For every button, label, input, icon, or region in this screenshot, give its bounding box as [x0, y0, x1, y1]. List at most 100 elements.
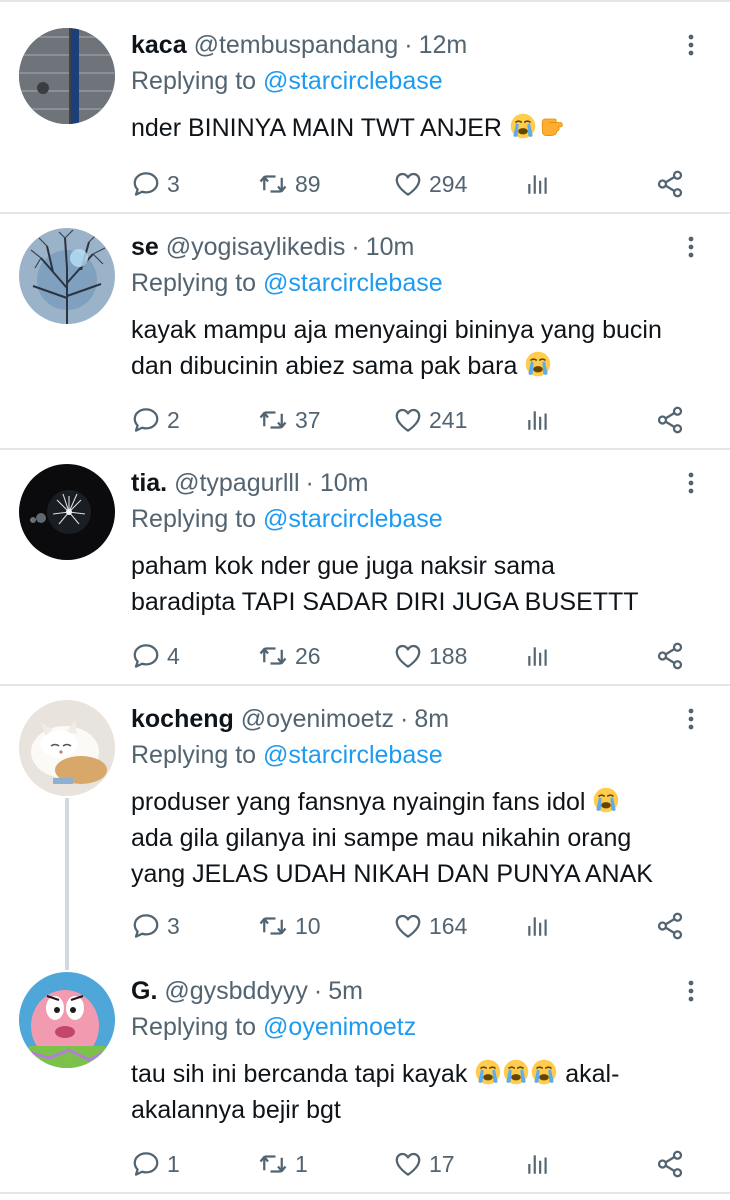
author-handle[interactable]: @yogisaylikedis: [166, 233, 346, 261]
tweet-text-line: tau sih ini bercanda tapi kayak: [131, 1060, 468, 1088]
like-count: 164: [429, 912, 468, 939]
more-options-button[interactable]: [680, 702, 702, 736]
views-button[interactable]: [525, 1148, 551, 1180]
pointing-hand-icon: [541, 118, 563, 136]
share-button[interactable]: [655, 640, 685, 672]
tweet-card[interactable]: tia. @typagurlll · 10m Replying to @starci…: [0, 450, 730, 684]
views-icon: [528, 1155, 547, 1174]
author-handle[interactable]: @oyenimoetz: [241, 705, 394, 733]
tweet-text-line: akal-: [565, 1060, 620, 1088]
share-icon: [657, 406, 683, 434]
more-options-button[interactable]: [680, 28, 702, 62]
reply-count: 1: [167, 1150, 180, 1177]
like-button[interactable]: 17: [393, 1148, 455, 1180]
share-button[interactable]: [655, 404, 685, 436]
reply-button[interactable]: 4: [131, 640, 180, 672]
author-handle[interactable]: @gysbddyyy: [164, 977, 308, 1005]
avatar[interactable]: [19, 700, 115, 796]
views-icon: [528, 411, 547, 430]
retweet-button[interactable]: 26: [257, 640, 321, 672]
more-icon: [688, 980, 694, 1002]
separator-dot: ·: [404, 31, 413, 59]
loudly-crying-face-icon: [509, 112, 536, 140]
replying-to-mention[interactable]: @starcirclebase: [263, 505, 443, 533]
reply-count: 4: [167, 642, 180, 669]
views-icon: [528, 175, 547, 194]
author-name[interactable]: se: [131, 233, 159, 261]
retweet-icon: [259, 1155, 287, 1173]
more-options-button[interactable]: [680, 466, 702, 500]
share-button[interactable]: [655, 168, 685, 200]
loudly-crying-face-icon: [593, 786, 620, 814]
tweet-card[interactable]: se @yogisaylikedis · 10m Replying to @star…: [0, 214, 730, 448]
tweet-card[interactable]: kaca @tembuspandang · 12m Replying to @sta…: [0, 0, 730, 212]
more-icon: [688, 708, 694, 730]
like-button[interactable]: 241: [393, 404, 467, 436]
author-name[interactable]: kocheng: [131, 705, 234, 733]
tweet-text-line: paham kok nder gue juga naksir sama: [131, 552, 555, 580]
share-button[interactable]: [655, 1148, 685, 1180]
replying-to-mention[interactable]: @oyenimoetz: [263, 1013, 416, 1041]
separator-dot: ·: [305, 469, 314, 497]
reply-count: 2: [167, 406, 180, 433]
author-handle[interactable]: @typagurlll: [174, 469, 299, 497]
views-button[interactable]: [525, 910, 551, 942]
author-name[interactable]: tia.: [131, 469, 167, 497]
tweet-time[interactable]: 10m: [320, 469, 369, 497]
like-button[interactable]: 164: [393, 910, 467, 942]
replying-to: Replying to @starcirclebase: [131, 738, 443, 772]
reply-count: 3: [167, 170, 180, 197]
views-button[interactable]: [525, 404, 551, 436]
avatar[interactable]: [19, 28, 115, 124]
retweet-button[interactable]: 10: [257, 910, 321, 942]
reply-icon: [133, 172, 159, 196]
avatar[interactable]: [19, 464, 115, 560]
loudly-crying-face-icon: [531, 1058, 558, 1086]
like-button[interactable]: 188: [393, 640, 467, 672]
tweet-time[interactable]: 8m: [414, 705, 449, 733]
retweet-count: 10: [295, 912, 321, 939]
reply-count: 3: [167, 912, 180, 939]
share-icon: [657, 1150, 683, 1178]
tweet-actions: 1 1 17: [131, 1148, 691, 1180]
more-options-button[interactable]: [680, 230, 702, 264]
replying-to-mention[interactable]: @starcirclebase: [263, 67, 443, 95]
tweet-header: kaca @tembuspandang · 12m: [131, 28, 467, 62]
reply-button[interactable]: 3: [131, 910, 180, 942]
reply-button[interactable]: 2: [131, 404, 180, 436]
retweet-count: 89: [295, 170, 321, 197]
tweet-card[interactable]: G. @gysbddyyy · 5m Replying to @oyenimoetz…: [0, 958, 730, 1192]
retweet-count: 26: [295, 642, 321, 669]
share-button[interactable]: [655, 910, 685, 942]
tweet-text: kayak mampu aja menyaingi bininya yang b…: [131, 312, 701, 384]
reply-icon: [133, 408, 159, 432]
author-name[interactable]: kaca: [131, 31, 187, 59]
more-options-button[interactable]: [680, 974, 702, 1008]
author-handle[interactable]: @tembuspandang: [194, 31, 399, 59]
avatar[interactable]: [19, 228, 115, 324]
avatar[interactable]: [19, 972, 115, 1068]
reply-button[interactable]: 3: [131, 168, 180, 200]
like-button[interactable]: 294: [393, 168, 467, 200]
retweet-button[interactable]: 37: [257, 404, 321, 436]
reply-icon: [133, 914, 159, 938]
tweet-time[interactable]: 10m: [366, 233, 415, 261]
author-name[interactable]: G.: [131, 977, 157, 1005]
tweet-time[interactable]: 5m: [328, 977, 363, 1005]
reply-button[interactable]: 1: [131, 1148, 180, 1180]
like-icon: [395, 172, 421, 196]
tweet-text: produser yang fansnya nyaingin fans idol…: [131, 784, 701, 892]
tweet-card[interactable]: kocheng @oyenimoetz · 8m Replying to @star…: [0, 686, 730, 970]
tweet-header: se @yogisaylikedis · 10m: [131, 230, 414, 264]
retweet-button[interactable]: 89: [257, 168, 321, 200]
views-button[interactable]: [525, 168, 551, 200]
replying-to-mention[interactable]: @starcirclebase: [263, 269, 443, 297]
tweet-actions: 3 10 164: [131, 910, 691, 942]
separator-dot: ·: [313, 977, 323, 1005]
replying-to-mention[interactable]: @starcirclebase: [263, 741, 443, 769]
retweet-button[interactable]: 1: [257, 1148, 308, 1180]
thread-connector: [65, 798, 69, 970]
like-count: 188: [429, 642, 468, 669]
views-button[interactable]: [525, 640, 551, 672]
tweet-time[interactable]: 12m: [419, 31, 468, 59]
